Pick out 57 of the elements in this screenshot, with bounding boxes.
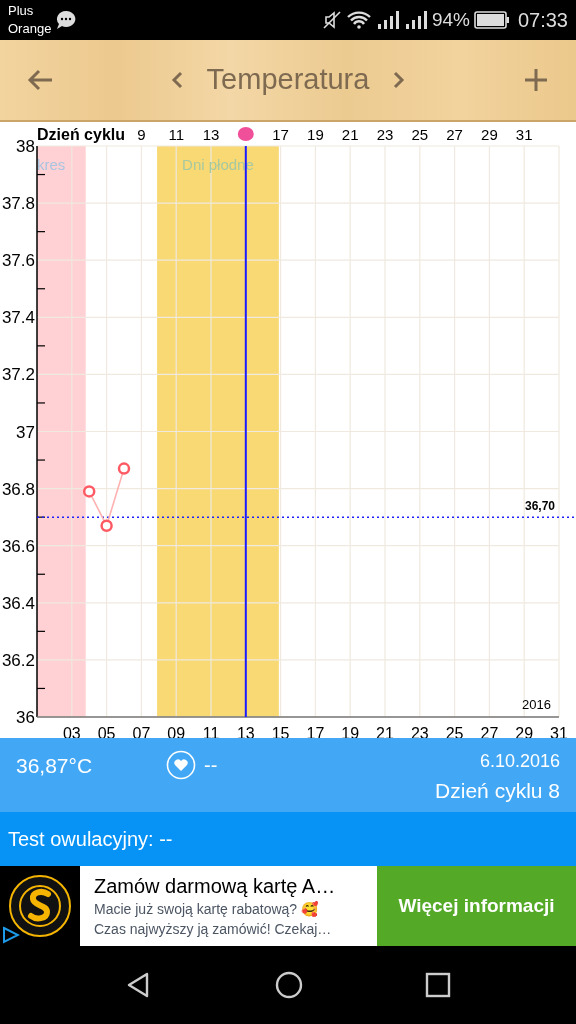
wifi-icon	[345, 10, 372, 30]
mute-icon	[321, 10, 342, 30]
cycle-axis-title: Dzień cyklu	[37, 126, 126, 143]
arrow-left-icon	[26, 68, 54, 92]
temperature-value: 36,87°C	[16, 753, 94, 779]
signal-icon	[375, 10, 400, 30]
temperature-point	[100, 519, 113, 532]
carrier-name: Plus	[8, 2, 35, 20]
cycle-day-label: 9	[137, 126, 146, 143]
intercourse-value: --	[204, 753, 218, 778]
cycle-day: Dzień cyklu 8	[435, 776, 560, 806]
y-tick-label: 37	[16, 422, 35, 442]
message-icon	[55, 10, 78, 30]
more-info-button[interactable]: Więcej informacji	[377, 866, 576, 946]
cycle-day-label: 21	[341, 126, 359, 143]
ovulation-test-label: Test owulacyjny: --	[8, 827, 173, 852]
cycle-day-label: 11	[168, 126, 184, 143]
chevron-left-icon	[170, 70, 183, 90]
y-tick-label: 36.4	[1, 593, 35, 613]
year-label: 2016	[522, 697, 551, 712]
temperature-point	[117, 462, 131, 475]
ad-title: Zamów darmową kartę A…	[94, 874, 337, 899]
chevron-right-icon	[393, 70, 406, 90]
plus-icon	[524, 68, 548, 92]
y-tick-label: 36.6	[1, 536, 35, 556]
cycle-day-label: 17	[272, 126, 289, 143]
y-tick-label: 36.8	[1, 479, 35, 499]
y-tick-label: 36.2	[1, 650, 35, 670]
clock: 07:33	[517, 8, 568, 33]
y-tick-label: 37.4	[1, 308, 35, 328]
home-icon[interactable]	[275, 971, 303, 999]
date-label: 6.10.2016	[479, 750, 560, 773]
ad-info-icon[interactable]	[2, 926, 20, 944]
cycle-day-label: 23	[376, 126, 394, 143]
ad-text: Macie już swoją kartę rabatową? 🥰	[94, 900, 319, 919]
screen-title: Temperatura	[206, 62, 370, 98]
cycle-day-label: 19	[307, 126, 324, 143]
ad-text: Czas najwyższy ją zamówić! Czekaj…	[94, 920, 333, 939]
battery-percent: 94%	[431, 7, 470, 32]
carrier-name: Orange	[8, 20, 52, 38]
y-tick-label: 37.6	[1, 251, 35, 271]
signal-icon	[403, 10, 428, 30]
logo-icon	[8, 874, 72, 938]
temperature-point	[82, 485, 96, 498]
y-tick-label: 37.2	[1, 365, 35, 385]
recent-apps-icon[interactable]	[425, 972, 451, 998]
y-tick-label: 38	[16, 137, 35, 156]
cycle-day-label: 29	[481, 126, 498, 143]
y-tick-label: 36	[16, 708, 35, 727]
cycle-day-label: 31	[515, 126, 533, 143]
y-tick-label: 37.8	[1, 194, 35, 214]
cycle-day-label: 27	[446, 126, 463, 143]
cycle-day-label: 25	[411, 126, 429, 143]
battery-icon	[473, 11, 510, 29]
cycle-day-label: 13	[202, 126, 220, 143]
band-label: kres	[37, 156, 66, 173]
coverline-label: 36,70	[524, 499, 555, 514]
